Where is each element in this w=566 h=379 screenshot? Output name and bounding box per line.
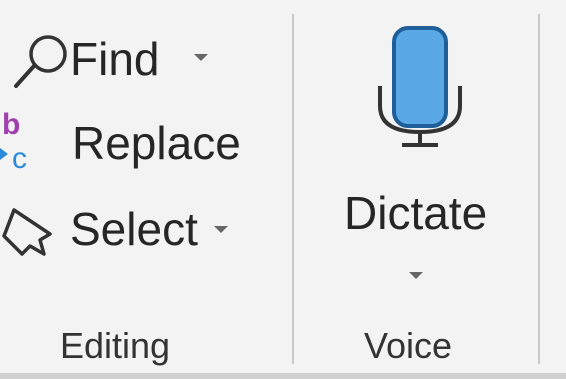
group-divider bbox=[538, 14, 540, 364]
cursor-select-icon bbox=[2, 208, 52, 256]
replace-icon-letter-c: c bbox=[12, 142, 27, 172]
replace-icon: b c bbox=[0, 110, 27, 172]
microphone-icon bbox=[378, 26, 462, 147]
find-label: Find bbox=[70, 33, 160, 85]
replace-icon-letter-b: b bbox=[2, 110, 20, 141]
search-icon bbox=[14, 35, 67, 88]
chevron-down-icon[interactable] bbox=[214, 226, 228, 233]
group-label-voice: Voice bbox=[364, 325, 453, 366]
group-divider bbox=[292, 14, 294, 364]
dictate-label: Dictate bbox=[344, 187, 488, 239]
ribbon-panel: Find b c Replace Select Editing Dictate … bbox=[0, 0, 566, 379]
select-label: Select bbox=[70, 203, 198, 255]
chevron-down-icon[interactable] bbox=[409, 272, 423, 279]
chevron-down-icon[interactable] bbox=[194, 54, 208, 61]
group-label-editing: Editing bbox=[60, 325, 171, 366]
ribbon-bottom-border bbox=[0, 373, 566, 379]
replace-label: Replace bbox=[72, 117, 241, 169]
dictate-button[interactable]: Dictate bbox=[330, 20, 510, 280]
